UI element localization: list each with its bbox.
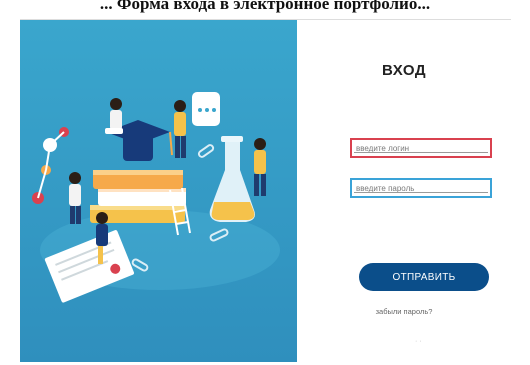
paperclip-icon (197, 144, 215, 158)
illustration-graphic (32, 92, 280, 303)
forgot-password-link[interactable]: забыли пароль? (297, 307, 511, 316)
login-panel: ВХОД ОТПРАВИТЬ забыли пароль? · · (297, 20, 511, 362)
education-illustration (20, 20, 297, 362)
page-caption: ... Форма входа в электронное портфолио.… (99, 0, 431, 13)
login-underline (354, 152, 488, 153)
password-input[interactable] (350, 178, 492, 198)
submit-button[interactable]: ОТПРАВИТЬ (359, 263, 489, 291)
login-input[interactable] (350, 138, 492, 158)
login-title: ВХОД (381, 62, 427, 79)
password-underline (354, 192, 488, 193)
footer-marks: · · (415, 338, 422, 345)
login-window: ВХОД ОТПРАВИТЬ забыли пароль? · · (20, 19, 511, 362)
